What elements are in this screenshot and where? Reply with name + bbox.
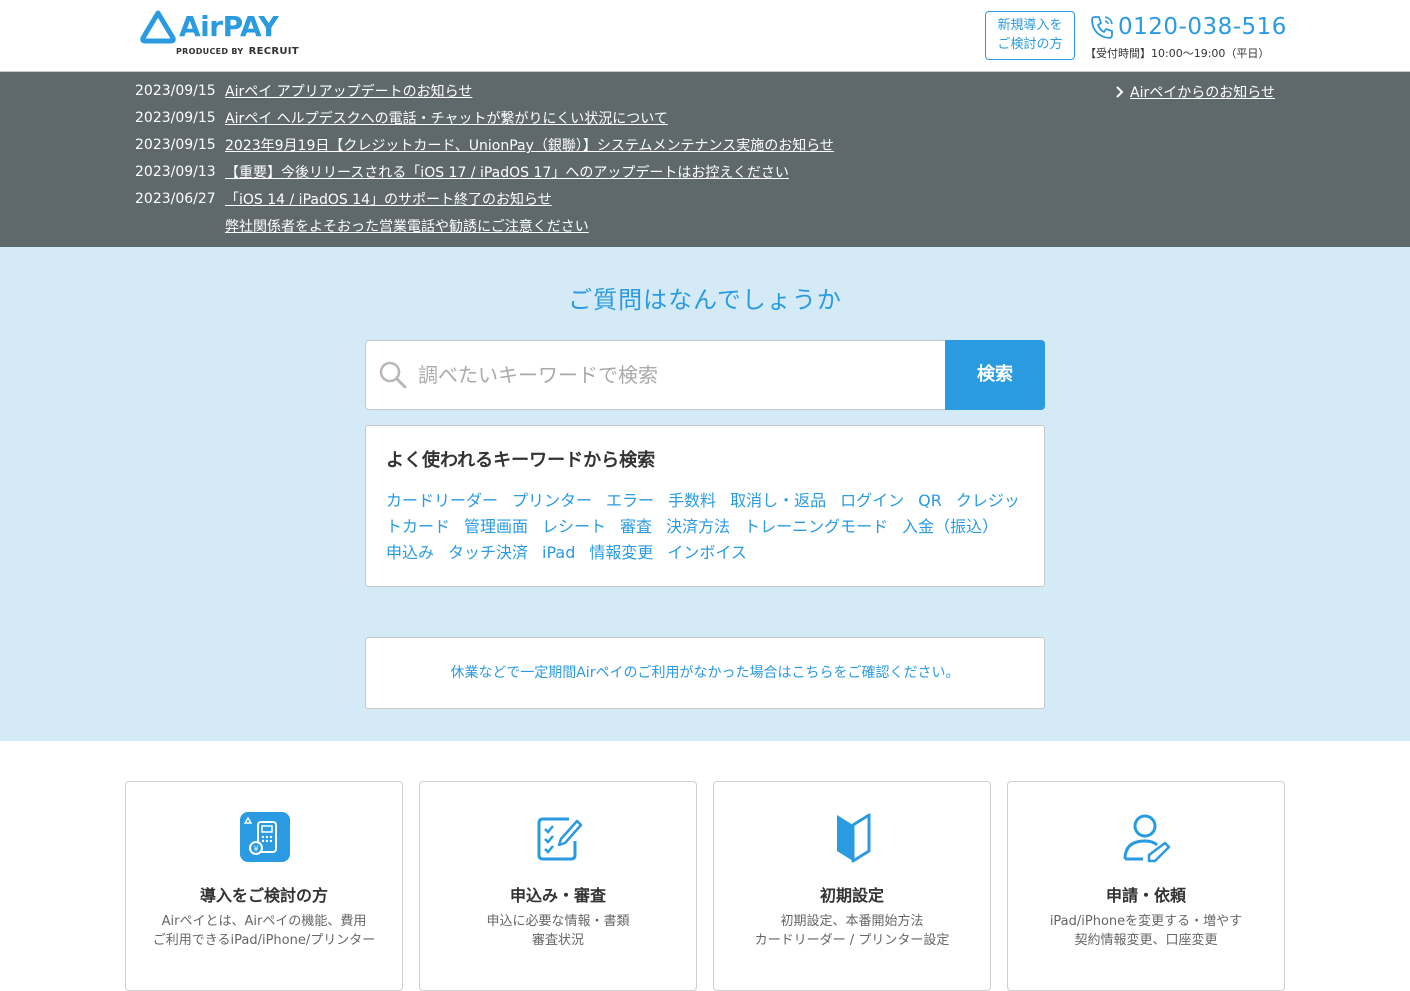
logo-produced-by: PRODUCED BY RECRUIT: [176, 46, 299, 57]
keyword-link[interactable]: トレーニングモード: [744, 517, 888, 536]
keyword-link[interactable]: QR: [918, 491, 942, 510]
phone-icon: [1091, 16, 1113, 39]
inactive-notice-link[interactable]: 休業などで一定期間Airペイのご利用がなかった場合はこちらをご確認ください。: [365, 637, 1045, 709]
keyword-link[interactable]: インボイス: [667, 543, 747, 562]
card-initial-setup[interactable]: 初期設定 初期設定、本番開始方法 カードリーダー / プリンター設定: [713, 781, 991, 991]
card-description: Airペイとは、Airペイの機能、費用 ご利用できるiPad/iPhone/プリ…: [152, 914, 376, 948]
news-link[interactable]: 「iOS 14 / iPadOS 14」のサポート終了のお知らせ: [225, 189, 552, 209]
news-date: 2023/09/15: [135, 110, 216, 126]
svg-text:¥: ¥: [253, 845, 258, 854]
phone-number: 0120-038-516: [1118, 14, 1287, 40]
news-link[interactable]: 【重要】今後リリースされる「iOS 17 / iPadOS 17」へのアップデー…: [225, 162, 789, 182]
keyword-link[interactable]: 管理画面: [464, 517, 528, 536]
card-reader-icon: ¥: [240, 812, 290, 862]
keyword-link[interactable]: 手数料: [668, 491, 716, 510]
hero-title: ご質問はなんでしょうか: [568, 286, 842, 314]
news-item: 2023/09/15 Airペイ アプリアップデートのお知らせ: [135, 80, 472, 102]
news-link[interactable]: Airペイ ヘルプデスクへの電話・チャットが繋がりにくい状況について: [225, 108, 668, 128]
airpay-logo[interactable]: AirPAY PRODUCED BY RECRUIT: [140, 8, 299, 60]
card-application[interactable]: 申込み・審査 申込に必要な情報・書類 審査状況: [419, 781, 697, 991]
keywords-title: よく使われるキーワードから検索: [386, 450, 656, 471]
news-item: 2023/09/15 Airペイ ヘルプデスクへの電話・チャットが繋がりにくい状…: [135, 107, 668, 129]
news-date: 2023/09/15: [135, 137, 216, 153]
news-section: 2023/09/15 Airペイ アプリアップデートのお知らせ 2023/09/…: [0, 72, 1410, 247]
phone-contact[interactable]: 0120-038-516: [1088, 13, 1287, 41]
search-hero: ご質問はなんでしょうか 検索 よく使われるキーワードから検索 カードリーダープリ…: [0, 247, 1410, 741]
new-introduction-button[interactable]: 新規導入を ご検討の方: [985, 11, 1075, 60]
keyword-link[interactable]: 審査: [620, 517, 652, 536]
site-header: AirPAY PRODUCED BY RECRUIT 新規導入を ご検討の方 0…: [0, 0, 1410, 72]
news-date: 2023/06/27: [135, 191, 216, 207]
keyword-link[interactable]: iPad: [542, 543, 575, 562]
search-icon: [379, 361, 407, 389]
keyword-link[interactable]: 情報変更: [589, 543, 653, 562]
card-title: 導入をご検討の方: [199, 886, 328, 905]
search-button[interactable]: 検索: [945, 340, 1045, 410]
news-date: 2023/09/15: [135, 83, 216, 99]
card-introduction[interactable]: ¥ 導入をご検討の方 Airペイとは、Airペイの機能、費用 ご利用できるiPa…: [125, 781, 403, 991]
keyword-link[interactable]: 決済方法: [666, 517, 730, 536]
search-input[interactable]: [418, 363, 918, 387]
user-edit-icon: [1123, 814, 1171, 863]
card-description: 申込に必要な情報・書類 審査状況: [486, 914, 630, 948]
logo-text: AirPAY: [179, 10, 279, 43]
chevron-right-icon: [1116, 86, 1124, 98]
keyword-link[interactable]: プリンター: [512, 491, 592, 510]
card-requests[interactable]: 申請・依頼 iPad/iPhoneを変更する・増やす 契約情報変更、口座変更: [1007, 781, 1285, 991]
news-link[interactable]: Airペイ アプリアップデートのお知らせ: [225, 81, 472, 101]
keyword-link[interactable]: エラー: [606, 491, 654, 510]
keyword-link[interactable]: カードリーダー: [386, 491, 498, 510]
beginner-mark-icon: [837, 813, 871, 863]
news-item: 2023/09/13 【重要】今後リリースされる「iOS 17 / iPadOS…: [135, 161, 789, 183]
news-item: 弊社関係者をよそおった営業電話や勧誘にご注意ください: [135, 215, 589, 237]
search-box: [365, 340, 946, 410]
logo-triangle-icon: [140, 10, 176, 44]
keyword-link[interactable]: 取消し・返品: [730, 491, 826, 510]
news-item: 2023/09/15 2023年9月19日【クレジットカード、UnionPay（…: [135, 134, 834, 156]
card-title: 申込み・審査: [509, 886, 606, 905]
news-item: 2023/06/27 「iOS 14 / iPadOS 14」のサポート終了のお…: [135, 188, 552, 210]
keyword-link[interactable]: ログイン: [840, 491, 904, 510]
news-link[interactable]: 弊社関係者をよそおった営業電話や勧誘にご注意ください: [225, 216, 589, 236]
popular-keywords-panel: よく使われるキーワードから検索 カードリーダー プリンター エラー 手数料 取消し・返品…: [365, 425, 1045, 587]
card-description: iPad/iPhoneを変更する・増やす 契約情報変更、口座変更: [1049, 914, 1243, 948]
news-date: 2023/09/13: [135, 164, 216, 180]
keyword-link[interactable]: タッチ決済: [448, 543, 528, 562]
card-title: 申請・依頼: [1105, 886, 1186, 905]
phone-hours: 【受付時間】10:00〜19:00（平日）: [1085, 47, 1270, 60]
application-form-icon: [537, 817, 583, 861]
news-link[interactable]: 2023年9月19日【クレジットカード、UnionPay（銀聯）】システムメンテ…: [225, 135, 834, 155]
keywords-list: カードリーダー プリンター エラー 手数料 取消し・返品 ログイン QR クレジットカード 管理…: [386, 488, 1026, 566]
card-title: 初期設定: [819, 886, 884, 905]
keyword-link[interactable]: レシート: [542, 517, 606, 536]
card-description: 初期設定、本番開始方法 カードリーダー / プリンター設定: [754, 914, 950, 948]
keyword-link[interactable]: 申込み: [386, 543, 434, 562]
all-news-link[interactable]: Airペイからのお知らせ: [1115, 82, 1275, 102]
keyword-link[interactable]: 入金（振込）: [902, 517, 998, 536]
